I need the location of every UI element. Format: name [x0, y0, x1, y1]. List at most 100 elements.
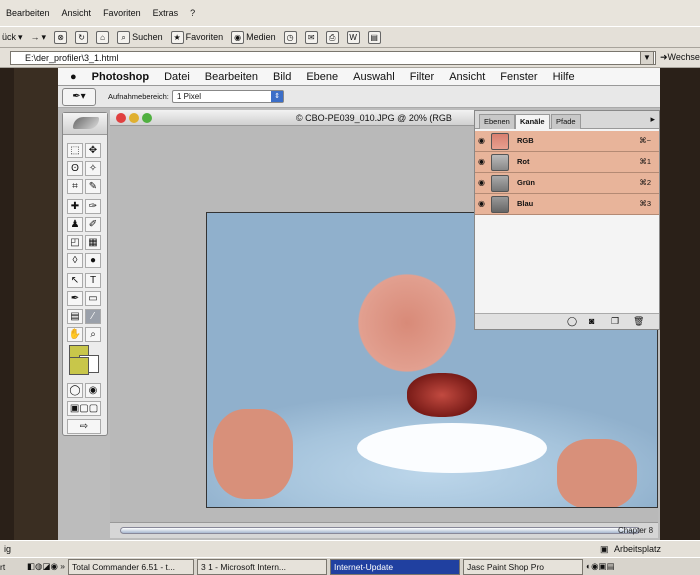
channel-name: Grün — [517, 178, 535, 187]
sample-size-select[interactable]: 1 Pixel ⇕ — [172, 90, 284, 103]
minimize-button[interactable] — [129, 113, 139, 123]
eraser-icon[interactable]: ◰ — [67, 235, 83, 250]
toolbox-header — [63, 113, 107, 135]
ie-menu-view[interactable]: Ansicht — [62, 8, 92, 18]
quickmask-mode-icon[interactable]: ◉ — [85, 383, 101, 398]
horizontal-scrollbar[interactable] — [120, 527, 640, 534]
task-internet-explorer[interactable]: 3 1 - Microsoft Intern... — [196, 558, 327, 575]
jump-to-imageready-icon[interactable]: ⇨ — [67, 419, 101, 434]
start-button[interactable]: rt — [0, 562, 24, 572]
history-icon[interactable]: ◷ — [283, 30, 297, 44]
history-brush-icon[interactable]: ✐ — [85, 217, 101, 232]
menu-file[interactable]: Datei — [164, 71, 190, 83]
trash-icon[interactable]: 🗑 — [633, 316, 644, 327]
notes-icon[interactable]: ▤ — [67, 309, 83, 324]
eye-icon[interactable]: ◉ — [478, 157, 488, 166]
dodge-icon[interactable]: ● — [85, 253, 101, 268]
media-button[interactable]: ◉ Medien — [231, 30, 276, 44]
channel-shortcut: ⌘1 — [639, 157, 651, 166]
go-button[interactable]: ➜Wechse — [660, 52, 700, 63]
tab-layers[interactable]: Ebenen — [479, 114, 515, 129]
menu-help[interactable]: Hilfe — [553, 71, 575, 83]
sample-size-label: Aufnahmebereich: — [108, 92, 169, 101]
channel-row-red[interactable]: ◉ Rot ⌘1 — [475, 152, 659, 173]
standard-mode-icon[interactable]: ◯ — [67, 383, 83, 398]
task-paint-shop-pro[interactable]: Jasc Paint Shop Pro — [462, 558, 583, 575]
tray-icons[interactable]: ◐◉▣▤ — [586, 561, 615, 572]
screen-mode-icon[interactable]: ▣▢▢ — [67, 401, 101, 416]
refresh-icon[interactable]: ↻ — [75, 30, 89, 44]
chevron-down-icon[interactable]: ▼ — [640, 51, 654, 65]
eyedropper-icon[interactable]: ✒▾ — [62, 88, 96, 106]
pen-icon[interactable]: ✒ — [67, 291, 83, 306]
address-input[interactable]: E:\der_profiler\3_1.html — [10, 51, 656, 65]
back-button[interactable]: ück ▾ — [2, 32, 23, 43]
close-button[interactable] — [116, 113, 126, 123]
healing-icon[interactable]: ✚ — [67, 199, 83, 214]
new-channel-icon[interactable]: ❐ — [611, 316, 619, 327]
menu-edit[interactable]: Bearbeiten — [205, 71, 258, 83]
menu-select[interactable]: Auswahl — [353, 71, 395, 83]
dock-label[interactable]: Chapter 8 — [618, 526, 653, 535]
task-internet-update[interactable]: Internet-Update — [329, 558, 460, 575]
menu-layer[interactable]: Ebene — [306, 71, 338, 83]
stamp-icon[interactable]: ♟ — [67, 217, 83, 232]
stop-icon[interactable]: ⊗ — [54, 30, 68, 44]
panel-menu-icon[interactable]: ▸ — [650, 114, 655, 125]
home-icon[interactable]: ⌂ — [96, 30, 110, 44]
tab-channels[interactable]: Kanäle — [515, 114, 550, 129]
brush-icon[interactable]: ✑ — [85, 199, 101, 214]
magic-wand-icon[interactable]: ✧ — [85, 161, 101, 176]
media-label: Medien — [246, 32, 276, 42]
menu-filter[interactable]: Filter — [410, 71, 434, 83]
channel-name: Blau — [517, 199, 534, 208]
hand-icon[interactable]: ✋ — [67, 327, 83, 342]
updown-arrows-icon: ⇕ — [271, 91, 283, 102]
tab-paths[interactable]: Pfade — [551, 114, 581, 129]
marquee-icon[interactable]: ⬚ — [67, 143, 83, 158]
ie-menu-extras[interactable]: Extras — [153, 8, 179, 18]
menu-app[interactable]: Photoshop — [92, 71, 149, 83]
go-label: Wechse — [667, 52, 700, 62]
ie-address-bar: E:\der_profiler\3_1.html ▼ ➜Wechse — [0, 48, 700, 68]
task-total-commander[interactable]: Total Commander 6.51 - t... — [67, 558, 194, 575]
channel-shortcut: ⌘~ — [639, 136, 651, 145]
blur-icon[interactable]: ◊ — [67, 253, 83, 268]
load-selection-icon[interactable]: ◯ — [567, 316, 577, 327]
channel-thumbnail — [491, 154, 509, 171]
menu-window[interactable]: Fenster — [500, 71, 537, 83]
apple-icon[interactable]: ● — [70, 71, 77, 83]
ie-menu-edit[interactable]: Bearbeiten — [6, 8, 50, 18]
document-title: © CBO-PE039_010.JPG @ 20% (RGB — [296, 113, 452, 123]
channel-row-rgb[interactable]: ◉ RGB ⌘~ — [475, 131, 659, 152]
eye-icon[interactable]: ◉ — [478, 178, 488, 187]
forward-button[interactable]: → ▾ — [31, 32, 47, 43]
ie-menu-help[interactable]: ? — [190, 8, 195, 18]
path-select-icon[interactable]: ↖ — [67, 273, 83, 288]
move-icon[interactable]: ✥ — [85, 143, 101, 158]
favorites-button[interactable]: ★ Favoriten — [170, 30, 223, 44]
word-icon[interactable]: W — [346, 30, 360, 44]
eye-icon[interactable]: ◉ — [478, 136, 488, 145]
eyedropper-tool-icon[interactable]: ⁄ — [85, 309, 101, 324]
channel-row-green[interactable]: ◉ Grün ⌘2 — [475, 173, 659, 194]
mail-icon[interactable]: ✉ — [304, 30, 318, 44]
channel-row-blue[interactable]: ◉ Blau ⌘3 — [475, 194, 659, 215]
search-button[interactable]: ⌕ Suchen — [117, 30, 163, 44]
ie-menu-favorites[interactable]: Favoriten — [103, 8, 141, 18]
menu-view[interactable]: Ansicht — [449, 71, 485, 83]
shape-icon[interactable]: ▭ — [85, 291, 101, 306]
eye-icon[interactable]: ◉ — [478, 199, 488, 208]
print-icon[interactable]: ⎙ — [325, 30, 339, 44]
type-icon[interactable]: T — [85, 273, 101, 288]
crop-icon[interactable]: ⌗ — [67, 179, 83, 194]
zoom-button[interactable] — [142, 113, 152, 123]
menu-image[interactable]: Bild — [273, 71, 291, 83]
edit-icon[interactable]: ▤ — [367, 30, 381, 44]
quicklaunch-icons[interactable]: ◧◍◪◉ » — [27, 561, 65, 572]
gradient-icon[interactable]: ▦ — [85, 235, 101, 250]
slice-icon[interactable]: ✎ — [85, 179, 101, 194]
zoom-icon[interactable]: ⌕ — [85, 327, 101, 342]
save-selection-icon[interactable]: ◙ — [589, 316, 594, 326]
lasso-icon[interactable]: ʘ — [67, 161, 83, 176]
